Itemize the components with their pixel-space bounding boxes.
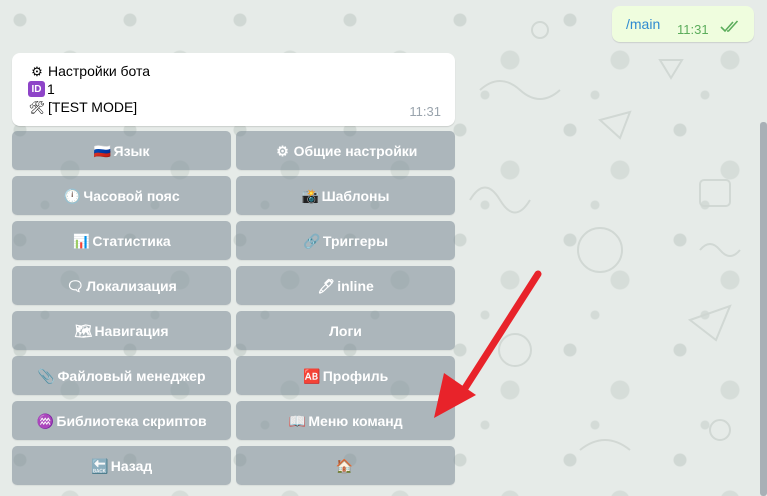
button-label: Профиль — [322, 367, 389, 384]
message-line-mode: 🛠 [TEST MODE] — [28, 98, 137, 116]
russia-flag-icon: 🇷🇺 — [93, 142, 112, 159]
message-time: 11:31 — [409, 104, 441, 119]
keyboard-button-triggers[interactable]: 🔗 Триггеры — [236, 221, 455, 260]
button-label: Библиотека скриптов — [56, 412, 207, 429]
message-line-text: Настройки бота — [48, 63, 151, 79]
chart-icon: 📊 — [72, 232, 91, 249]
keyboard-button-profile[interactable]: 🆎 Профиль — [236, 356, 455, 395]
incoming-message: ⚙ Настройки бота ID 1 🛠 [TEST MODE] 11:3… — [12, 53, 455, 126]
outgoing-message: /main 11:31 — [612, 6, 754, 42]
message-time: 11:31 — [677, 22, 709, 37]
button-label: Шаблоны — [321, 187, 390, 204]
map-icon: 🗺 — [74, 322, 93, 339]
button-label: Навигация — [94, 322, 169, 339]
message-text: /main — [626, 16, 661, 32]
keyboard-button-back[interactable]: 🔙 Назад — [12, 446, 231, 485]
aquarius-icon: ♒ — [36, 412, 55, 429]
message-line-text: 1 — [47, 81, 55, 97]
button-label: Назад — [110, 457, 153, 474]
button-label: Локализация — [86, 277, 177, 294]
button-label: Часовой пояс — [83, 187, 180, 204]
button-label: Статистика — [92, 232, 171, 249]
keyboard-button-home[interactable]: 🏠 — [236, 446, 455, 485]
keyboard-button-language[interactable]: 🇷🇺 Язык — [12, 131, 231, 170]
scrollbar[interactable] — [760, 122, 767, 496]
button-label: Меню команд — [308, 412, 403, 429]
gear-icon: ⚙ — [31, 63, 43, 79]
keyboard-button-inline[interactable]: 🖊 inline — [236, 266, 455, 305]
id-badge-icon: ID — [28, 81, 45, 97]
annotation-arrow-icon — [434, 270, 542, 418]
gear-icon: ⚙ — [276, 142, 289, 159]
button-label: Язык — [113, 142, 150, 159]
button-label: Файловый менеджер — [57, 367, 206, 384]
button-label: Триггеры — [322, 232, 389, 249]
clock-icon: 🕛 — [63, 187, 82, 204]
message-line-title: ⚙ Настройки бота — [28, 62, 150, 80]
button-label: inline — [337, 277, 374, 294]
message-line-text: [TEST MODE] — [48, 99, 138, 115]
keyboard-button-general-settings[interactable]: ⚙ Общие настройки — [236, 131, 455, 170]
button-label: Общие настройки — [293, 142, 418, 159]
tools-icon: 🛠 — [28, 99, 46, 115]
message-line-id: ID 1 — [28, 80, 55, 98]
camera-icon: 📸 — [301, 187, 320, 204]
double-check-icon — [720, 20, 739, 33]
pen-icon: 🖊 — [317, 277, 336, 294]
house-icon: 🏠 — [335, 457, 354, 474]
keyboard-button-file-manager[interactable]: 📎 Файловый менеджер — [12, 356, 231, 395]
speech-bubble-icon: 🗨 — [66, 277, 85, 294]
link-icon: 🔗 — [303, 232, 321, 249]
keyboard-button-command-menu[interactable]: 📖 Меню команд — [236, 401, 455, 440]
keyboard-button-localization[interactable]: 🗨 Локализация — [12, 266, 231, 305]
keyboard-button-script-library[interactable]: ♒ Библиотека скриптов — [12, 401, 231, 440]
keyboard-button-templates[interactable]: 📸 Шаблоны — [236, 176, 455, 215]
keyboard-button-logs[interactable]: Логи — [236, 311, 455, 350]
button-label: Логи — [329, 322, 362, 339]
keyboard-button-statistics[interactable]: 📊 Статистика — [12, 221, 231, 260]
ab-button-icon: 🆎 — [303, 367, 321, 384]
book-icon: 📖 — [288, 412, 307, 429]
keyboard-button-navigation[interactable]: 🗺 Навигация — [12, 311, 231, 350]
keyboard-button-timezone[interactable]: 🕛 Часовой пояс — [12, 176, 231, 215]
paperclip-icon: 📎 — [37, 367, 56, 384]
back-arrow-icon: 🔙 — [91, 457, 109, 474]
